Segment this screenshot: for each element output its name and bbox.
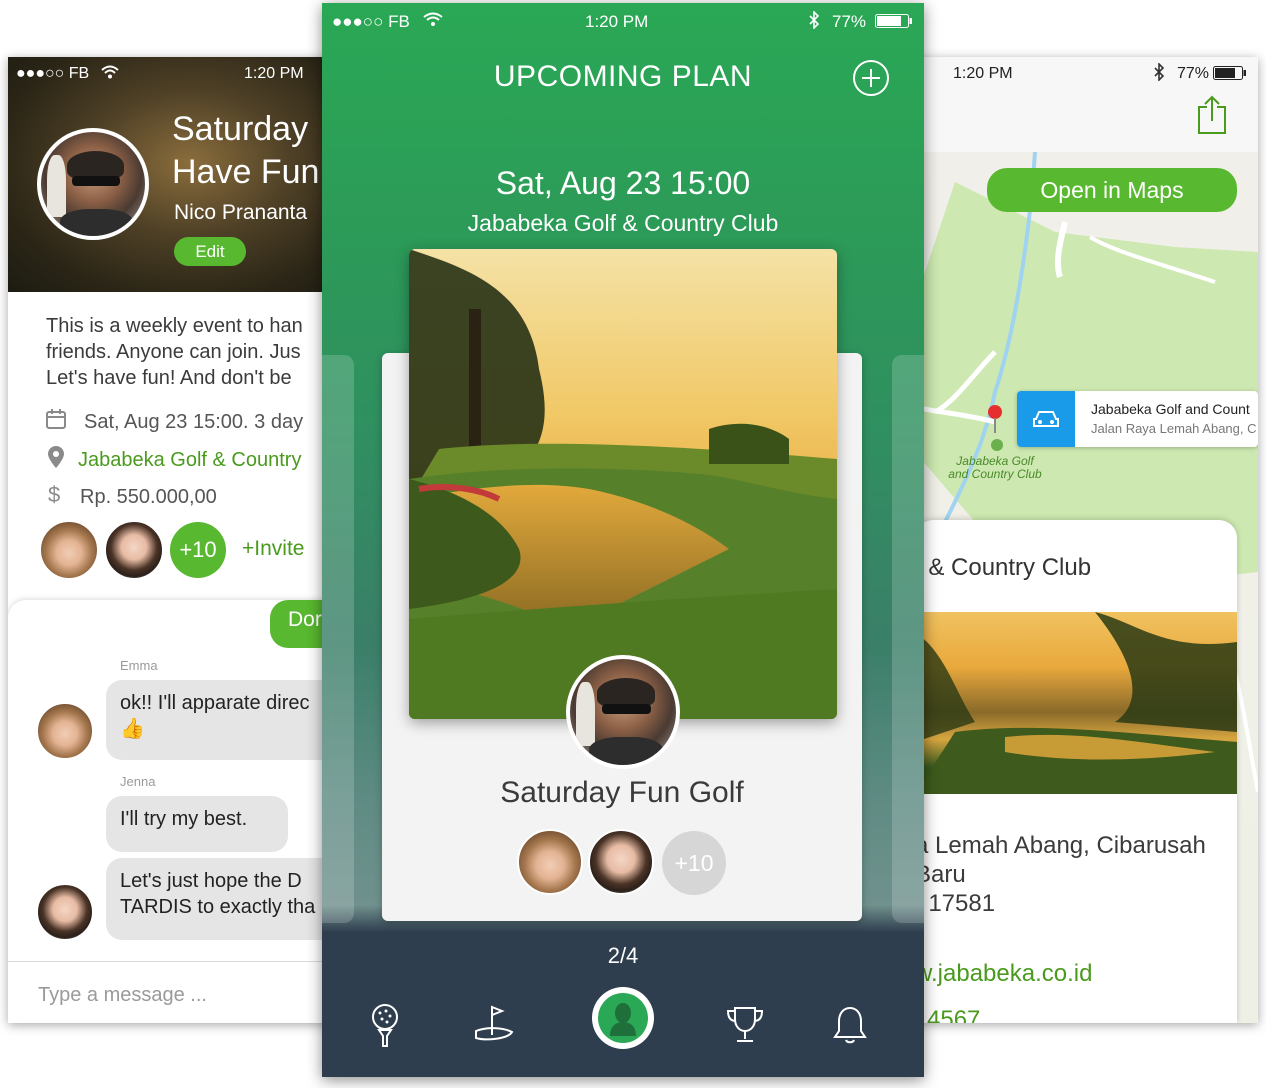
event-price: Rp. 550.000,00 xyxy=(80,486,217,508)
sender-name: Emma xyxy=(120,658,158,673)
tab-golf-course[interactable] xyxy=(464,995,524,1055)
previous-plan-card[interactable] xyxy=(322,355,354,923)
status-time: 1:20 PM xyxy=(244,65,304,82)
chat-message: Let's just hope the D TARDIS to exactly … xyxy=(106,858,338,940)
event-description: This is a weekly event to han friends. A… xyxy=(46,313,303,391)
callout-title: Jababeka Golf and Count xyxy=(1091,401,1250,417)
map-callout[interactable]: Jababeka Golf and Count Jalan Raya Lemah… xyxy=(1017,391,1258,447)
plan-name: Saturday Fun Golf xyxy=(500,776,744,809)
invite-button[interactable]: +Invite xyxy=(242,537,304,561)
page-title: UPCOMING PLAN xyxy=(493,60,753,93)
tab-bar xyxy=(322,985,924,1077)
website-link[interactable]: w.jababeka.co.id xyxy=(915,960,1092,988)
wifi-icon xyxy=(101,65,119,84)
event-title-line2: Have Fun xyxy=(172,153,320,191)
profile-icon xyxy=(598,993,648,1043)
attendee-avatar[interactable] xyxy=(39,520,99,580)
battery-percent: 77% xyxy=(1177,65,1210,82)
organizer-avatar[interactable] xyxy=(566,655,680,769)
message-text: I'll try my best. xyxy=(120,808,248,830)
map-screen: 1:20 PM 77% Open in Maps Jababeka Golf a… xyxy=(915,57,1258,1023)
plan-venue: Jababeka Golf & Country Club xyxy=(467,210,779,236)
event-header: ●●●○○ FB 1:20 PM Saturday Have Fun Nico … xyxy=(8,57,338,292)
status-time: 1:20 PM xyxy=(585,12,649,31)
upcoming-plan-screen: ●●●○○ FB 1:20 PM 77% UPCOMING PLAN Sat, … xyxy=(322,3,924,1077)
plan-date-time: Sat, Aug 23 15:00 xyxy=(495,165,751,201)
venue-photo xyxy=(915,612,1237,794)
map-place-label-line: and Country Club xyxy=(948,467,1042,481)
message-text: TARDIS to exactly tha xyxy=(120,896,316,918)
attendee-avatar[interactable] xyxy=(104,520,164,580)
tab-golf-ball[interactable] xyxy=(355,995,415,1055)
sender-name: Jenna xyxy=(120,774,156,789)
more-attendees-badge[interactable]: +10 xyxy=(170,522,226,578)
page-indicator: 2/4 xyxy=(607,943,639,968)
phone-link[interactable]: 4567 xyxy=(927,1006,980,1023)
bluetooth-icon xyxy=(808,10,820,34)
map-pin-icon[interactable] xyxy=(987,405,1003,438)
venue-title: f & Country Club xyxy=(915,554,1092,581)
battery-percent: 77% xyxy=(832,12,867,31)
sender-avatar xyxy=(36,883,94,941)
callout-subtitle: Jalan Raya Lemah Abang, C xyxy=(1091,421,1257,436)
message-text: ok!! I'll apparate direc xyxy=(120,692,310,714)
map-top-bar: 1:20 PM 77% xyxy=(915,57,1258,152)
plan-photo xyxy=(409,249,837,719)
open-in-maps-button[interactable]: Open in Maps xyxy=(987,168,1237,212)
tab-profile[interactable] xyxy=(592,987,654,1049)
status-carrier: ●●●○○ FB xyxy=(16,65,90,82)
chat-message: I'll try my best. xyxy=(106,796,288,852)
attendee-avatar[interactable] xyxy=(517,829,583,895)
event-detail-screen: ●●●○○ FB 1:20 PM Saturday Have Fun Nico … xyxy=(8,57,338,1023)
host-name: Nico Prananta xyxy=(174,201,308,224)
share-icon[interactable] xyxy=(1197,95,1227,140)
host-avatar xyxy=(37,128,149,240)
thumbs-up-icon: 👍 xyxy=(120,718,145,740)
description-line: Let's have fun! And don't be xyxy=(46,367,292,389)
more-attendees-badge[interactable]: +10 xyxy=(662,831,726,895)
message-input-placeholder: Type a message ... xyxy=(38,984,207,1006)
address-line: t 17581 xyxy=(915,890,996,917)
event-location-link[interactable]: Jababeka Golf & Country xyxy=(78,447,301,473)
message-input[interactable]: Type a message ... xyxy=(8,961,338,1023)
event-date: Sat, Aug 23 15:00. 3 day xyxy=(84,411,304,433)
description-line: friends. Anyone can join. Jus xyxy=(46,341,301,363)
add-plan-button[interactable] xyxy=(852,59,890,102)
price-icon: $ xyxy=(48,482,61,507)
message-text: Let's just hope the D xyxy=(120,870,302,892)
sender-avatar xyxy=(36,702,94,760)
event-title-line1: Saturday xyxy=(172,110,309,148)
map-place-label: Jababeka Golf and Country Club xyxy=(947,455,1043,481)
tab-notifications[interactable] xyxy=(820,995,880,1055)
car-icon[interactable] xyxy=(1017,391,1075,447)
battery-icon xyxy=(1213,66,1247,85)
venue-card: f & Country Club a Lemah Abang, Cibarusa… xyxy=(915,520,1237,1023)
next-plan-card[interactable] xyxy=(892,355,924,923)
bluetooth-icon xyxy=(1153,62,1165,86)
wifi-icon xyxy=(423,12,443,32)
battery-icon xyxy=(875,14,913,33)
location-pin-icon xyxy=(48,446,64,474)
calendar-icon xyxy=(46,409,66,435)
tab-trophy[interactable] xyxy=(715,995,775,1055)
attendee-avatar[interactable] xyxy=(588,829,654,895)
status-time: 1:20 PM xyxy=(953,65,1013,82)
address-line: a Lemah Abang, Cibarusah xyxy=(915,832,1206,859)
chat-message: ok!! I'll apparate direc 👍 xyxy=(106,680,338,760)
golf-ball-icon xyxy=(372,1004,398,1047)
chat-panel: Dor Emma ok!! I'll apparate direc 👍 Jenn… xyxy=(8,600,338,1023)
trophy-icon xyxy=(726,1007,764,1042)
bell-icon xyxy=(833,1006,867,1044)
golf-flag-icon xyxy=(475,1005,514,1041)
description-line: This is a weekly event to han xyxy=(46,315,303,337)
status-carrier: ●●●○○ FB xyxy=(332,12,410,31)
edit-button[interactable]: Edit xyxy=(174,237,246,266)
